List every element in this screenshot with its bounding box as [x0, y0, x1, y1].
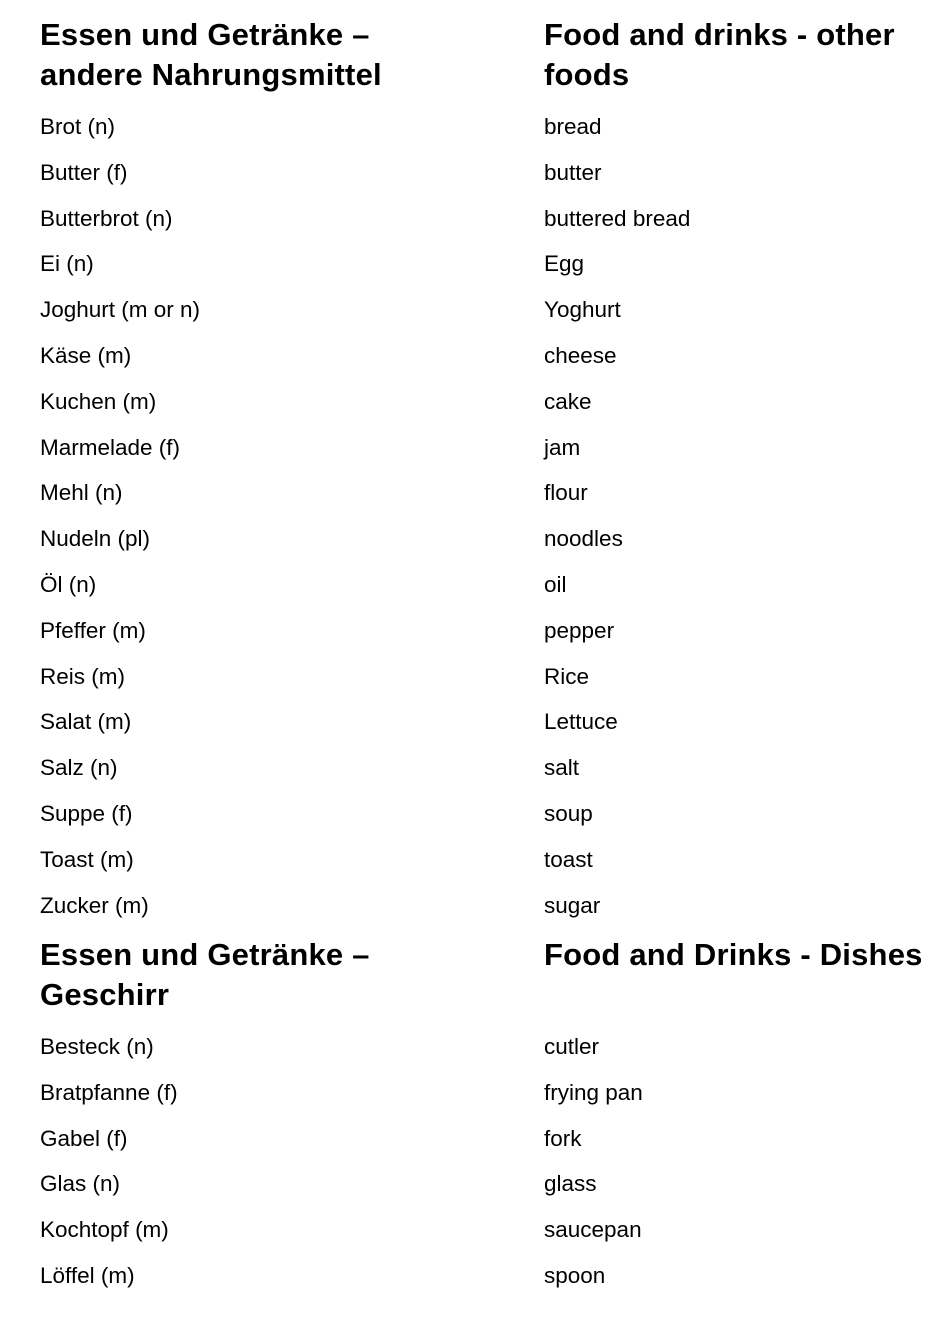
english-translation: noodles	[544, 526, 623, 552]
german-term: Brot (n)	[40, 114, 116, 139]
vocabulary-row: Kuchen (m) cake	[0, 388, 940, 434]
english-translation: fork	[544, 1125, 582, 1151]
vocabulary-row: Pfeffer (m) pepper	[0, 617, 940, 663]
vocabulary-row: Salz (n) salt	[0, 754, 940, 800]
english-translation: sugar	[544, 892, 601, 918]
vocabulary-row: Öl (n) oil	[0, 571, 940, 617]
english-translation: cake	[544, 388, 592, 414]
vocabulary-row: Bratpfanne (f) frying pan	[0, 1079, 940, 1125]
section-heading-english: Food and drinks - other foods	[544, 17, 895, 92]
section-heading-english: Food and Drinks - Dishes	[544, 937, 923, 972]
vocabulary-row: Nudeln (pl) noodles	[0, 525, 940, 571]
vocabulary-row: Joghurt (m or n) Yoghurt	[0, 296, 940, 342]
english-translation: glass	[544, 1171, 597, 1197]
german-term: Besteck (n)	[40, 1034, 154, 1059]
section-heading-german: Essen und Getränke – Geschirr	[40, 937, 370, 1012]
english-translation: Yoghurt	[544, 297, 621, 323]
section-heading-german: Essen und Getränke – andere Nahrungsmitt…	[40, 17, 382, 92]
german-term: Salat (m)	[40, 709, 132, 735]
german-term: Kuchen (m)	[40, 388, 157, 414]
english-translation: Lettuce	[544, 709, 618, 735]
german-term: Mehl (n)	[40, 480, 123, 506]
vocabulary-row: Butter (f) butter	[0, 159, 940, 205]
german-term: Löffel (m)	[40, 1263, 135, 1288]
german-term: Öl (n)	[40, 572, 97, 597]
vocabulary-row: Kochtopf (m) saucepan	[0, 1216, 940, 1262]
german-term: Käse (m)	[40, 343, 132, 368]
german-term: Marmelade (f)	[40, 434, 181, 460]
vocabulary-row: Brot (n) bread	[0, 113, 940, 159]
vocabulary-row: Marmelade (f) jam	[0, 434, 940, 480]
english-translation: frying pan	[544, 1079, 643, 1105]
german-term: Kochtopf (m)	[40, 1217, 169, 1243]
english-translation: bread	[544, 114, 602, 139]
english-translation: saucepan	[544, 1217, 642, 1243]
german-term: Pfeffer (m)	[40, 617, 146, 643]
german-term: Glas (n)	[40, 1171, 121, 1197]
vocabulary-row: Löffel (m) spoon	[0, 1262, 940, 1308]
vocabulary-row: Reis (m) Rice	[0, 663, 940, 709]
vocabulary-row: Butterbrot (n) buttered bread	[0, 205, 940, 251]
english-translation: buttered bread	[544, 205, 691, 231]
vocabulary-row: Käse (m) cheese	[0, 342, 940, 388]
vocabulary-row: Salat (m) Lettuce	[0, 708, 940, 754]
vocabulary-row: Suppe (f) soup	[0, 800, 940, 846]
english-translation: butter	[544, 159, 602, 185]
english-translation: soup	[544, 801, 593, 826]
english-translation: cutler	[544, 1034, 600, 1059]
english-translation: cheese	[544, 343, 617, 368]
vocabulary-row: Zucker (m) sugar	[0, 892, 940, 938]
english-translation: spoon	[544, 1263, 606, 1288]
german-term: Gabel (f)	[40, 1125, 128, 1151]
english-translation: flour	[544, 480, 588, 506]
german-term: Suppe (f)	[40, 801, 133, 826]
german-term: Salz (n)	[40, 755, 118, 781]
german-term: Bratpfanne (f)	[40, 1079, 178, 1105]
german-term: Butter (f)	[40, 159, 128, 185]
english-translation: jam	[544, 434, 581, 460]
english-translation: oil	[544, 572, 567, 597]
german-term: Nudeln (pl)	[40, 526, 151, 552]
german-term: Ei (n)	[40, 251, 94, 277]
german-term: Joghurt (m or n)	[40, 297, 201, 323]
english-translation: salt	[544, 755, 580, 781]
english-translation: pepper	[544, 617, 615, 643]
vocabulary-row: Besteck (n) cutler	[0, 1033, 940, 1079]
german-term: Zucker (m)	[40, 892, 149, 918]
german-term: Reis (m)	[40, 663, 125, 689]
vocabulary-row: Glas (n) glass	[0, 1170, 940, 1216]
english-translation: Egg	[544, 251, 585, 277]
german-term: Butterbrot (n)	[40, 205, 173, 231]
vocabulary-row: Mehl (n) flour	[0, 479, 940, 525]
vocabulary-row: Ei (n) Egg	[0, 250, 940, 296]
german-term: Toast (m)	[40, 846, 134, 872]
english-translation: toast	[544, 846, 593, 872]
vocabulary-row: Gabel (f) fork	[0, 1125, 940, 1171]
english-translation: Rice	[544, 663, 590, 689]
vocabulary-row: Toast (m) toast	[0, 846, 940, 892]
